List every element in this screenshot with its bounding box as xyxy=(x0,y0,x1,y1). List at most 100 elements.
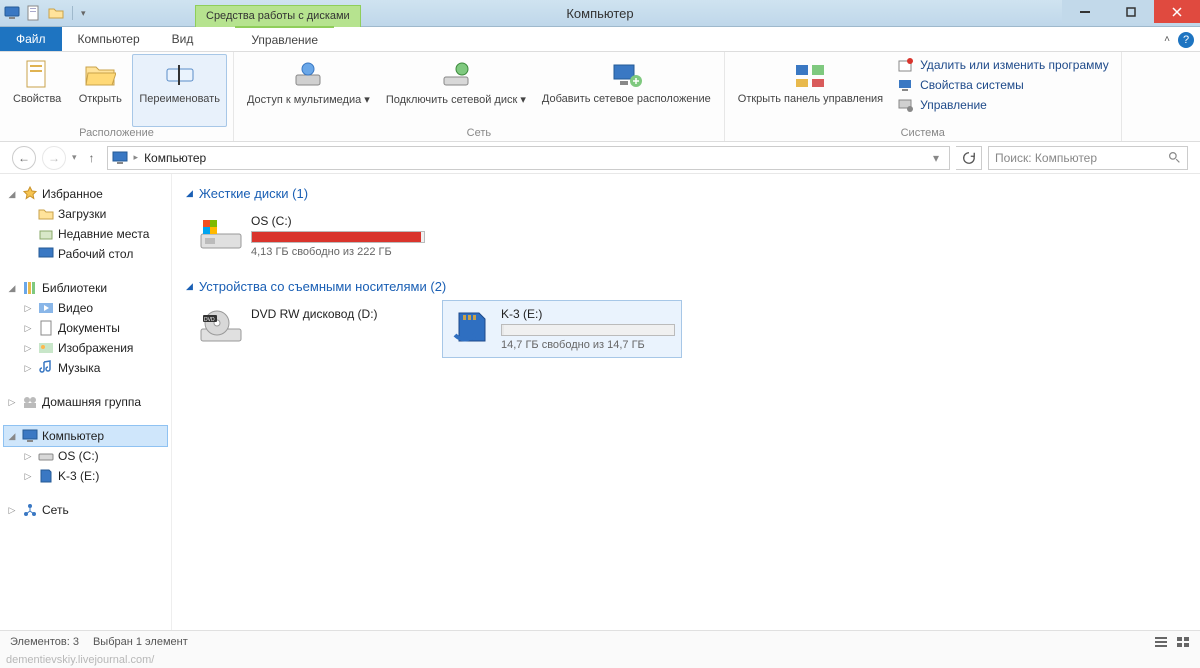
drive-free-text: 4,13 ГБ свободно из 222 ГБ xyxy=(251,246,425,258)
forward-button[interactable]: → xyxy=(42,146,66,170)
network-icon xyxy=(22,502,38,518)
group-hard-drives[interactable]: ◢Жесткие диски (1) xyxy=(186,186,1186,201)
qat-dropdown-icon[interactable]: ▾ xyxy=(81,8,86,19)
tree-documents[interactable]: ▷Документы xyxy=(4,318,167,338)
navigation-tree: ◢Избранное Загрузки Недавние места Рабоч… xyxy=(0,174,172,630)
ribbon-group-location: Свойства Открыть Переименовать Расположе… xyxy=(0,52,234,141)
tab-file[interactable]: Файл xyxy=(0,27,62,51)
address-dropdown-icon[interactable]: ▾ xyxy=(927,151,945,165)
contextual-tab-group: Средства работы с дисками xyxy=(195,0,361,27)
sd-card-icon xyxy=(449,307,493,347)
tree-network[interactable]: ▷Сеть xyxy=(4,500,167,520)
sd-icon xyxy=(38,468,54,484)
tree-downloads[interactable]: Загрузки xyxy=(4,204,167,224)
maximize-button[interactable] xyxy=(1108,0,1154,23)
manage-label: Управление xyxy=(920,98,987,112)
tree-favorites[interactable]: ◢Избранное xyxy=(4,184,167,204)
disk-tools-context-label: Средства работы с дисками xyxy=(195,5,361,27)
tab-manage[interactable]: Управление xyxy=(235,26,334,51)
ribbon-tab-row: Файл Компьютер Вид Управление ˄ ? xyxy=(0,27,1200,52)
tree-libraries[interactable]: ◢Библиотеки xyxy=(4,278,167,298)
libraries-icon xyxy=(22,280,38,296)
uninstall-icon xyxy=(898,57,914,73)
properties-label: Свойства xyxy=(13,93,61,105)
history-dropdown-icon[interactable]: ▾ xyxy=(72,152,77,163)
open-label: Открыть xyxy=(79,93,122,105)
ribbon-group-system: Открыть панель управления Удалить или из… xyxy=(725,52,1122,141)
watermark: dementievskiy.livejournal.com/ xyxy=(0,652,1200,668)
drive-dvd[interactable]: DVD DVD RW дисковод (D:) xyxy=(192,300,432,358)
map-drive-label: Подключить сетевой диск ▾ xyxy=(386,93,526,106)
media-access-label: Доступ к мультимедиа ▾ xyxy=(247,93,370,106)
rename-icon xyxy=(164,59,196,91)
uninstall-program-button[interactable]: Удалить или изменить программу xyxy=(896,56,1111,74)
close-button[interactable] xyxy=(1154,0,1200,23)
group-location-label: Расположение xyxy=(6,127,227,141)
tiles-view-button[interactable] xyxy=(1174,634,1192,650)
documents-icon xyxy=(38,320,54,336)
ribbon: Свойства Открыть Переименовать Расположе… xyxy=(0,52,1200,142)
map-drive-button[interactable]: Подключить сетевой диск ▾ xyxy=(379,54,533,127)
folder-icon xyxy=(38,206,54,222)
status-bar: Элементов: 3 Выбран 1 элемент xyxy=(0,630,1200,652)
tree-homegroup[interactable]: ▷Домашняя группа xyxy=(4,392,167,412)
tree-music[interactable]: ▷Музыка xyxy=(4,358,167,378)
search-icon xyxy=(1168,151,1181,164)
map-drive-icon xyxy=(440,59,472,91)
drive-name: OS (C:) xyxy=(251,214,425,228)
tree-computer[interactable]: ◢Компьютер xyxy=(4,426,167,446)
computer-icon[interactable] xyxy=(4,5,20,21)
help-icon[interactable]: ? xyxy=(1178,32,1194,48)
details-view-button[interactable] xyxy=(1152,634,1170,650)
drive-sd-k3[interactable]: K-3 (E:) 14,7 ГБ свободно из 14,7 ГБ xyxy=(442,300,682,358)
hdd-icon xyxy=(199,214,243,254)
tree-os-c[interactable]: ▷OS (C:) xyxy=(4,446,167,466)
up-button[interactable]: ↑ xyxy=(83,146,101,170)
breadcrumb-segment[interactable]: Компьютер xyxy=(144,151,206,165)
main-body: ◢Избранное Загрузки Недавние места Рабоч… xyxy=(0,174,1200,630)
address-bar[interactable]: ▸ Компьютер ▾ xyxy=(107,146,950,170)
open-button[interactable]: Открыть xyxy=(70,54,130,127)
tree-pictures[interactable]: ▷Изображения xyxy=(4,338,167,358)
quick-access-toolbar: ▾ xyxy=(0,0,90,26)
add-network-location-button[interactable]: Добавить сетевое расположение xyxy=(535,54,718,127)
add-network-location-label: Добавить сетевое расположение xyxy=(542,93,711,105)
tree-videos[interactable]: ▷Видео xyxy=(4,298,167,318)
status-element-count: Элементов: 3 xyxy=(10,636,79,648)
homegroup-icon xyxy=(22,394,38,410)
rename-button[interactable]: Переименовать xyxy=(132,54,227,127)
network-location-icon xyxy=(610,59,642,91)
search-box[interactable]: Поиск: Компьютер xyxy=(988,146,1188,170)
control-panel-icon xyxy=(794,59,826,91)
new-folder-icon[interactable] xyxy=(48,5,64,21)
tree-recent[interactable]: Недавние места xyxy=(4,224,167,244)
properties-icon[interactable] xyxy=(26,5,42,21)
system-properties-button[interactable]: Свойства системы xyxy=(896,76,1111,94)
group-system-label: Система xyxy=(731,127,1115,141)
tab-computer[interactable]: Компьютер xyxy=(62,27,156,51)
drive-icon xyxy=(38,448,54,464)
collapse-ribbon-icon[interactable]: ˄ xyxy=(1164,34,1170,45)
star-icon xyxy=(22,186,38,202)
refresh-button[interactable] xyxy=(956,146,982,170)
pictures-icon xyxy=(38,340,54,356)
group-removable[interactable]: ◢Устройства со съемными носителями (2) xyxy=(186,279,1186,294)
search-placeholder: Поиск: Компьютер xyxy=(995,151,1168,165)
drive-name: DVD RW дисковод (D:) xyxy=(251,307,425,321)
control-panel-button[interactable]: Открыть панель управления xyxy=(731,54,890,127)
tab-view[interactable]: Вид xyxy=(156,27,210,51)
uninstall-label: Удалить или изменить программу xyxy=(920,58,1109,72)
minimize-button[interactable] xyxy=(1062,0,1108,23)
manage-icon xyxy=(898,97,914,113)
back-button[interactable]: ← xyxy=(12,146,36,170)
properties-button[interactable]: Свойства xyxy=(6,54,68,127)
tree-k3-e[interactable]: ▷K-3 (E:) xyxy=(4,466,167,486)
title-bar: ▾ Средства работы с дисками Компьютер xyxy=(0,0,1200,27)
tree-desktop[interactable]: Рабочий стол xyxy=(4,244,167,264)
status-selection: Выбран 1 элемент xyxy=(93,636,188,648)
navigation-bar: ← → ▾ ↑ ▸ Компьютер ▾ Поиск: Компьютер xyxy=(0,142,1200,174)
drive-os-c[interactable]: OS (C:) 4,13 ГБ свободно из 222 ГБ xyxy=(192,207,432,265)
dvd-drive-icon: DVD xyxy=(199,307,243,347)
media-access-button[interactable]: Доступ к мультимедиа ▾ xyxy=(240,54,377,127)
manage-button[interactable]: Управление xyxy=(896,96,1111,114)
